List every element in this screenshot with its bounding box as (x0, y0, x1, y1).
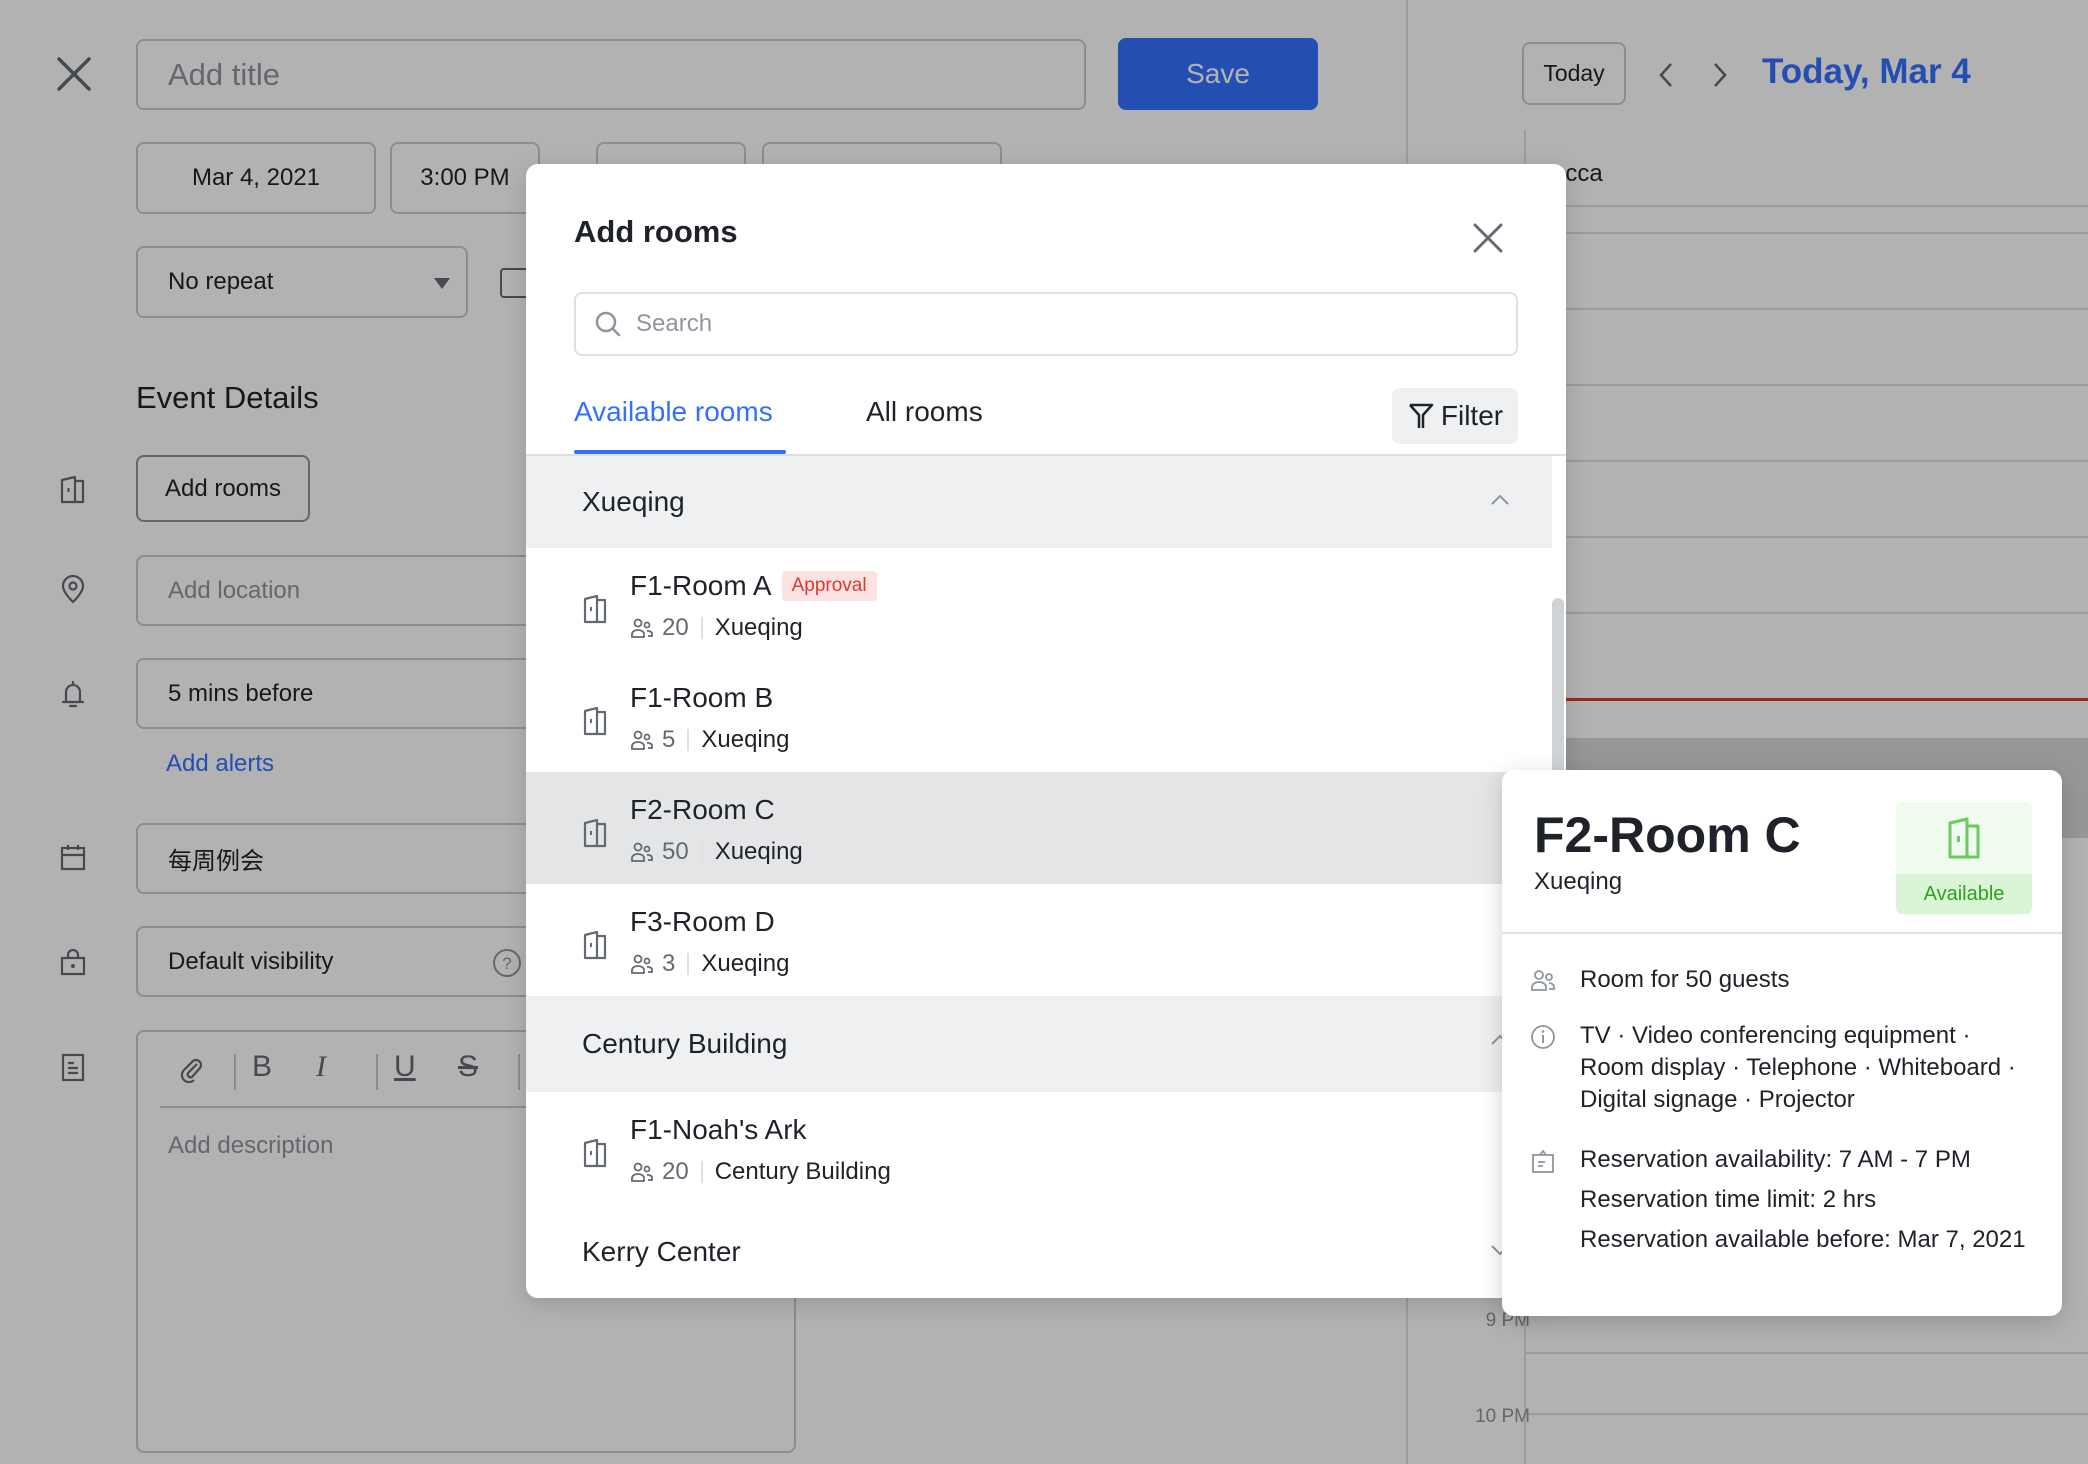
door-icon (583, 930, 607, 960)
room-detail-name: F2-Room C (1534, 807, 1801, 863)
meta-separator (687, 953, 690, 975)
door-icon (583, 706, 607, 736)
dialog-title: Add rooms (574, 214, 738, 249)
room-location: Century Building (714, 1158, 891, 1185)
door-icon (583, 1138, 607, 1168)
meta-separator (700, 841, 703, 863)
room-location: Xueqing (714, 614, 803, 641)
room-capacity: 50 (662, 838, 689, 865)
room-detail-building: Xueqing (1534, 868, 1623, 895)
room-item[interactable]: F3-Room D 3 Xueqing (526, 884, 1552, 996)
chevron-up-icon[interactable] (1488, 488, 1512, 512)
close-icon[interactable] (1470, 220, 1506, 256)
card-divider (1502, 932, 2062, 934)
meta-separator (700, 617, 703, 639)
approval-badge: Approval (781, 571, 877, 601)
group-header-century-building[interactable]: Century Building (526, 996, 1552, 1092)
meta-separator (687, 729, 690, 751)
room-name: F1-Noah's Ark (630, 1114, 807, 1145)
group-name: Century Building (582, 1028, 788, 1059)
people-icon (631, 730, 653, 750)
room-capacity: 20 (662, 614, 689, 641)
room-name: F2-Room C (630, 794, 775, 825)
people-icon (631, 954, 653, 974)
room-search[interactable] (574, 292, 1518, 356)
room-name-row: F1-Room B (630, 682, 773, 714)
room-capacity: 20 (662, 1158, 689, 1185)
door-icon (1948, 817, 1980, 859)
meta-separator (700, 1161, 703, 1183)
room-meta: 3 Xueqing (630, 950, 789, 978)
room-detail-card: F2-Room C Xueqing Available Room for 50 … (1502, 770, 2062, 1316)
room-name-row: F1-Room A Approval (630, 570, 877, 602)
room-location: Xueqing (714, 838, 803, 865)
search-icon (595, 311, 621, 337)
room-meta: 20 Century Building (630, 1158, 891, 1186)
add-rooms-dialog: Add rooms Available rooms All rooms Filt… (526, 164, 1566, 1298)
room-location: Xueqing (701, 726, 790, 753)
room-capacity: 3 (662, 950, 676, 977)
room-item[interactable]: F1-Room A Approval 20 Xueqing (526, 548, 1552, 660)
reservation-time-limit: Reservation time limit: 2 hrs (1580, 1186, 1877, 1213)
door-icon (583, 594, 607, 624)
people-icon (631, 1162, 653, 1182)
room-name: F3-Room D (630, 906, 775, 937)
group-name: Kerry Center (582, 1236, 741, 1267)
reservation-availability: Reservation availability: 7 AM - 7 PM (1580, 1146, 1971, 1173)
room-name: F1-Room B (630, 682, 774, 713)
capacity-text: Room for 50 guests (1580, 966, 1790, 993)
people-icon (631, 842, 653, 862)
room-name-row: F2-Room C (630, 794, 775, 826)
room-meta: 50 Xueqing (630, 838, 803, 866)
reservation-available-before: Reservation available before: Mar 7, 202… (1580, 1226, 2026, 1253)
room-meta: 20 Xueqing (630, 614, 803, 642)
group-header-xueqing[interactable]: Xueqing (526, 456, 1552, 548)
people-icon (1531, 970, 1555, 991)
room-name-row: F3-Room D (630, 906, 775, 938)
tab-all-rooms[interactable]: All rooms (866, 396, 983, 428)
filter-icon (1408, 403, 1434, 428)
room-item[interactable]: F1-Room B 5 Xueqing (526, 660, 1552, 772)
info-icon (1531, 1025, 1555, 1049)
room-item[interactable]: F1-Noah's Ark 20 Century Building (526, 1092, 1552, 1204)
people-icon (631, 618, 653, 638)
room-location: Xueqing (701, 950, 790, 977)
room-list: Xueqing F1-Room A Approval 20 Xueqing F1… (526, 456, 1566, 1298)
availability-badge: Available (1896, 802, 2032, 914)
group-name: Xueqing (582, 486, 685, 517)
room-capacity: 5 (662, 726, 676, 753)
door-icon (583, 818, 607, 848)
group-header-kerry-center[interactable]: Kerry Center (526, 1206, 1552, 1298)
room-item-hovered[interactable]: F2-Room C 50 Xueqing (526, 772, 1552, 884)
availability-status: Available (1896, 874, 2032, 914)
tab-available-rooms[interactable]: Available rooms (574, 396, 773, 428)
room-name: F1-Room A (630, 570, 772, 601)
equipment-text: TV · Video conferencing equipment · Room… (1580, 1022, 2016, 1113)
filter-button[interactable]: Filter (1392, 388, 1518, 444)
filter-label: Filter (1440, 400, 1504, 431)
reservation-rules-icon (1532, 1149, 1554, 1173)
room-meta: 5 Xueqing (630, 726, 789, 754)
room-name-row: F1-Noah's Ark (630, 1114, 807, 1146)
search-input[interactable] (636, 310, 1496, 338)
